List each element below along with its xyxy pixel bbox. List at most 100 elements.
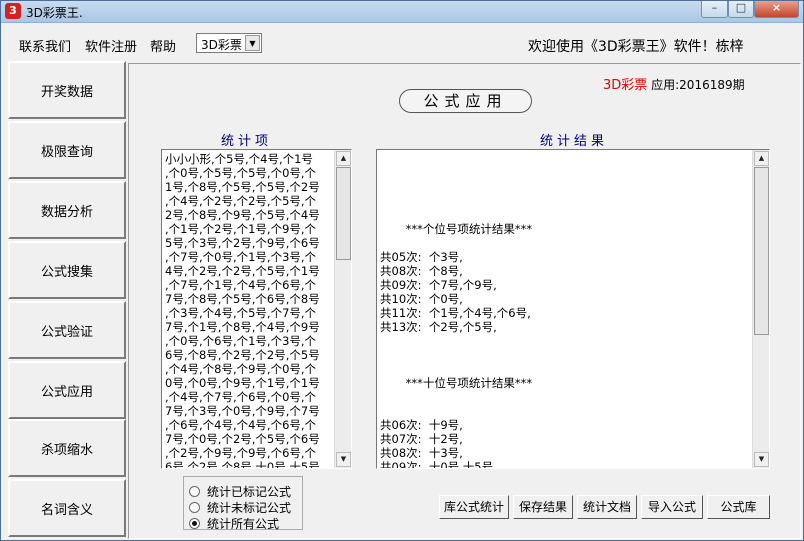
radio-unmarked-formulas[interactable]: 统计未标记公式 xyxy=(189,499,291,516)
menu-software-register[interactable]: 软件注册 xyxy=(85,36,137,55)
radio-circle-icon[interactable] xyxy=(189,486,200,497)
stats-item-line: 1号,个8号,个5号,个5号,个2号 xyxy=(165,180,320,194)
sidebar-item-formula-collect[interactable]: 公式搜集 xyxy=(8,241,126,299)
stats-items-scrollbar[interactable]: ▲ ▼ xyxy=(334,150,351,468)
stats-item-line: ,个0号,个6号,个1号,个3号,个 xyxy=(165,334,317,348)
sidebar-item-glossary[interactable]: 名词含义 xyxy=(8,479,126,537)
stats-item-line: ,个7号,个1号,个4号,个6号,个 xyxy=(165,278,317,292)
issue-brand: 3D彩票 xyxy=(603,78,648,93)
stats-item-line: ,个1号,个2号,个1号,个9号,个 xyxy=(165,222,317,236)
app-window: 3 3D彩票王. – □ × 联系我们 软件注册 帮助 3D彩票 ▼ 欢迎使用《… xyxy=(0,0,804,541)
radio-label: 统计已标记公式 xyxy=(207,485,292,499)
stats-result-line xyxy=(380,208,532,222)
stats-items-heading: 统计项 xyxy=(221,134,273,149)
welcome-message: 欢迎使用《3D彩票王》软件！栋梓 xyxy=(528,39,744,55)
radio-label: 统计所有公式 xyxy=(207,517,280,531)
formula-library-button[interactable]: 公式库 xyxy=(707,495,770,519)
stats-results-box[interactable]: ***个位号项统计结果*** 共05次: 个3号, 共08次: 个8号, 共09次:… xyxy=(376,149,770,469)
stats-item-line: 6号,个8号,个2号,个2号,个5号 xyxy=(165,348,320,362)
stats-item-line: ,个4号,个2号,个2号,个5号,个 xyxy=(165,194,317,208)
scroll-up-icon[interactable]: ▲ xyxy=(754,151,769,166)
stats-results-heading: 统计结果 xyxy=(540,134,609,149)
stats-item-line: ,个4号,个8号,个9号,个0号,个 xyxy=(165,362,317,376)
main-panel: 3D彩票 应用:2016189期 公式应用 统计项 统计结果 小小小形,个5号,… xyxy=(128,63,801,539)
chevron-down-icon[interactable]: ▼ xyxy=(245,35,260,51)
page-title: 公式应用 xyxy=(399,89,532,113)
sidebar-item-lottery-data[interactable]: 开奖数据 xyxy=(8,61,126,119)
menu-contact-us[interactable]: 联系我们 xyxy=(19,36,71,55)
stats-result-line: 共09次: 十0号,十5号, xyxy=(380,460,497,469)
radio-all-formulas[interactable]: 统计所有公式 xyxy=(189,515,279,532)
stats-item-line: 小小小形,个5号,个4号,个1号 xyxy=(165,152,313,166)
stats-item-line: 4号,个2号,个2号,个5号,个1号 xyxy=(165,264,320,278)
radio-circle-icon[interactable] xyxy=(189,502,200,513)
menu-bar: 联系我们 软件注册 帮助 3D彩票 ▼ 欢迎使用《3D彩票王》软件！栋梓 xyxy=(1,23,803,59)
scroll-up-icon[interactable]: ▲ xyxy=(336,151,351,166)
menu-help[interactable]: 帮助 xyxy=(150,36,176,55)
stats-item-line: ,个0号,个5号,个5号,个0号,个 xyxy=(165,166,317,180)
stats-document-button[interactable]: 统计文档 xyxy=(577,495,637,519)
stats-item-line: 7号,个3号,个0号,个9号,个7号 xyxy=(165,404,320,418)
maximize-button[interactable]: □ xyxy=(728,1,754,18)
stats-item-line: 7号,个1号,个8号,个4号,个9号 xyxy=(165,320,320,334)
stats-result-line: 共05次: 个3号, xyxy=(380,250,463,264)
issue-number: 应用:2016189期 xyxy=(651,78,745,92)
close-button[interactable]: × xyxy=(754,1,799,18)
stats-item-line: ,个7号,个0号,个1号,个3号,个 xyxy=(165,250,317,264)
stats-item-line: ,个6号,个4号,个4号,个6号,个 xyxy=(165,418,317,432)
sidebar-item-formula-verify[interactable]: 公式验证 xyxy=(8,301,126,359)
minimize-button[interactable]: – xyxy=(701,1,728,18)
stats-result-line: 共11次: 个1号,个4号,个6号, xyxy=(380,306,531,320)
import-formula-button[interactable]: 导入公式 xyxy=(641,495,703,519)
title-bar[interactable]: 3 3D彩票王. – □ × xyxy=(1,1,803,23)
stats-result-line: 共08次: 十3号, xyxy=(380,446,463,460)
stats-result-line xyxy=(380,362,532,376)
app-logo-icon: 3 xyxy=(5,3,21,19)
stats-result-line xyxy=(380,194,532,208)
stats-result-line xyxy=(380,404,532,418)
sidebar-item-limit-query[interactable]: 极限查询 xyxy=(8,121,126,179)
window-title: 3D彩票王. xyxy=(26,6,83,20)
stats-item-line: 7号,个0号,个2号,个5号,个6号 xyxy=(165,432,320,446)
stats-item-line: 0号,个0号,个9号,个1号,个1号 xyxy=(165,376,320,390)
stats-scope-group: 统计已标记公式 统计未标记公式 统计所有公式 xyxy=(183,476,303,532)
stats-item-line: 6号,个2号,个8号,十0号,十5号 xyxy=(165,460,320,469)
stats-result-line xyxy=(380,334,532,348)
stats-result-line: 共13次: 个2号,个5号, xyxy=(380,320,497,334)
scroll-thumb[interactable] xyxy=(336,167,351,260)
stats-items-text: 小小小形,个5号,个4号,个1号 ,个0号,个5号,个5号,个0号,个 1号,个8号… xyxy=(165,152,320,469)
sidebar-item-kill-shrink[interactable]: 杀项缩水 xyxy=(8,419,126,477)
stats-result-line xyxy=(380,236,532,250)
scroll-down-icon[interactable]: ▼ xyxy=(754,452,769,467)
stats-item-line: 2号,个8号,个9号,个5号,个4号 xyxy=(165,208,320,222)
stats-result-line: ***个位号项统计结果*** xyxy=(380,222,533,236)
scroll-thumb[interactable] xyxy=(754,167,769,335)
stats-result-line: 共09次: 个7号,个9号, xyxy=(380,278,497,292)
stats-result-line: 共06次: 十9号, xyxy=(380,418,463,432)
stats-item-line: ,个2号,个9号,个9号,个6号,个 xyxy=(165,446,317,460)
stats-item-line: 5号,个3号,个2号,个9号,个6号 xyxy=(165,236,320,250)
stats-result-line xyxy=(380,180,532,194)
stats-results-scrollbar[interactable]: ▲ ▼ xyxy=(752,150,769,468)
stats-results-text: ***个位号项统计结果*** 共05次: 个3号, 共08次: 个8号, 共09次:… xyxy=(380,152,533,469)
lottery-type-select[interactable]: 3D彩票 ▼ xyxy=(196,33,262,53)
radio-label: 统计未标记公式 xyxy=(207,501,292,515)
radio-marked-formulas[interactable]: 统计已标记公式 xyxy=(189,483,291,500)
stats-item-line: ,个3号,个4号,个5号,个7号,个 xyxy=(165,306,317,320)
radio-circle-icon[interactable] xyxy=(189,518,200,529)
stats-item-line: 7号,个8号,个5号,个6号,个8号 xyxy=(165,292,320,306)
sidebar: 开奖数据 极限查询 数据分析 公式搜集 公式验证 公式应用 杀项缩水 名词含义 xyxy=(5,61,127,539)
sidebar-item-formula-apply[interactable]: 公式应用 xyxy=(8,361,126,419)
lottery-type-value: 3D彩票 xyxy=(201,38,242,52)
scroll-down-icon[interactable]: ▼ xyxy=(336,452,351,467)
save-results-button[interactable]: 保存结果 xyxy=(513,495,573,519)
stats-result-line: 共07次: 十2号, xyxy=(380,432,463,446)
library-formula-stats-button[interactable]: 库公式统计 xyxy=(439,495,509,519)
sidebar-item-data-analysis[interactable]: 数据分析 xyxy=(8,181,126,239)
issue-info: 3D彩票 应用:2016189期 xyxy=(603,74,745,93)
stats-items-list[interactable]: 小小小形,个5号,个4号,个1号 ,个0号,个5号,个5号,个0号,个 1号,个8号… xyxy=(161,149,352,469)
stats-item-line: ,个4号,个7号,个6号,个0号,个 xyxy=(165,390,317,404)
stats-result-line xyxy=(380,152,532,166)
stats-result-line: ***十位号项统计结果*** xyxy=(380,376,533,390)
stats-result-line xyxy=(380,390,532,404)
